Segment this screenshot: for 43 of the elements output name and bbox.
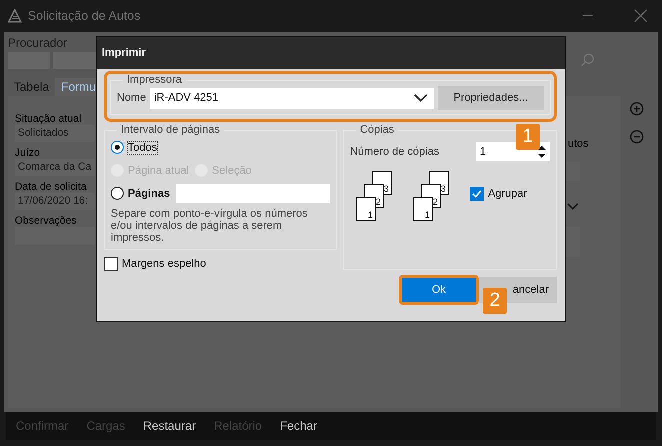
close-icon[interactable] (634, 9, 648, 23)
step-number-badge: 2 (483, 288, 507, 314)
input-field[interactable] (15, 227, 95, 245)
radio-button[interactable] (111, 141, 124, 154)
group-legend: Cópias (356, 124, 398, 136)
input-field[interactable]: 17/06/2020 16: (15, 193, 95, 210)
group-legend: Intervalo de páginas (117, 124, 224, 136)
checkbox-label[interactable]: Margens espelho (122, 258, 206, 270)
field-label: Observações (15, 215, 77, 227)
radio-button[interactable] (111, 187, 124, 200)
input-field[interactable]: Solicitados (15, 125, 95, 142)
checkbox[interactable] (104, 257, 118, 271)
spin-arrows-icon[interactable] (538, 144, 546, 158)
radio-label[interactable]: Todos (128, 142, 158, 154)
chevron-down-icon (414, 94, 428, 102)
properties-button[interactable]: Propriedades... (438, 86, 544, 110)
toolbar-button[interactable]: Restaurar (143, 419, 196, 433)
window-title: Solicitação de Autos (28, 9, 141, 23)
checkbox-label[interactable]: Agrupar (488, 188, 528, 200)
checkbox[interactable] (470, 187, 484, 201)
hint-text: Separe com ponto-e-vírgula os números e/ou intervalos de páginas a serem impressos. (111, 208, 309, 244)
plus-icon[interactable] (630, 102, 644, 116)
pages-input-field[interactable] (176, 184, 330, 203)
group-legend: Impressora (123, 74, 186, 86)
field-label: Procurador (8, 36, 68, 50)
ok-button[interactable]: Ok (402, 278, 476, 302)
input-field[interactable]: Comarca da Ca (15, 159, 95, 176)
field-label: Número de cópias (350, 146, 440, 158)
toolbar-button[interactable]: Fechar (280, 419, 318, 433)
checkbox-label: utos (568, 138, 589, 150)
search-icon[interactable] (581, 53, 595, 67)
minus-icon[interactable] (630, 130, 644, 144)
field-label: Nome (117, 92, 146, 104)
dialog-title: Imprimir (97, 37, 565, 69)
field-label: Situação atual (15, 113, 82, 125)
tab[interactable]: Tabela (8, 78, 56, 96)
field-label: Data de solicita (15, 181, 87, 193)
app-logo-icon (8, 9, 22, 23)
printer-dropdown[interactable]: iR-ADV 4251 (150, 88, 434, 108)
step-number-badge: 1 (516, 124, 540, 150)
chevron-down-icon[interactable] (567, 203, 579, 211)
field-label: Juízo (15, 147, 40, 159)
radio-label[interactable]: Páginas (128, 188, 170, 200)
